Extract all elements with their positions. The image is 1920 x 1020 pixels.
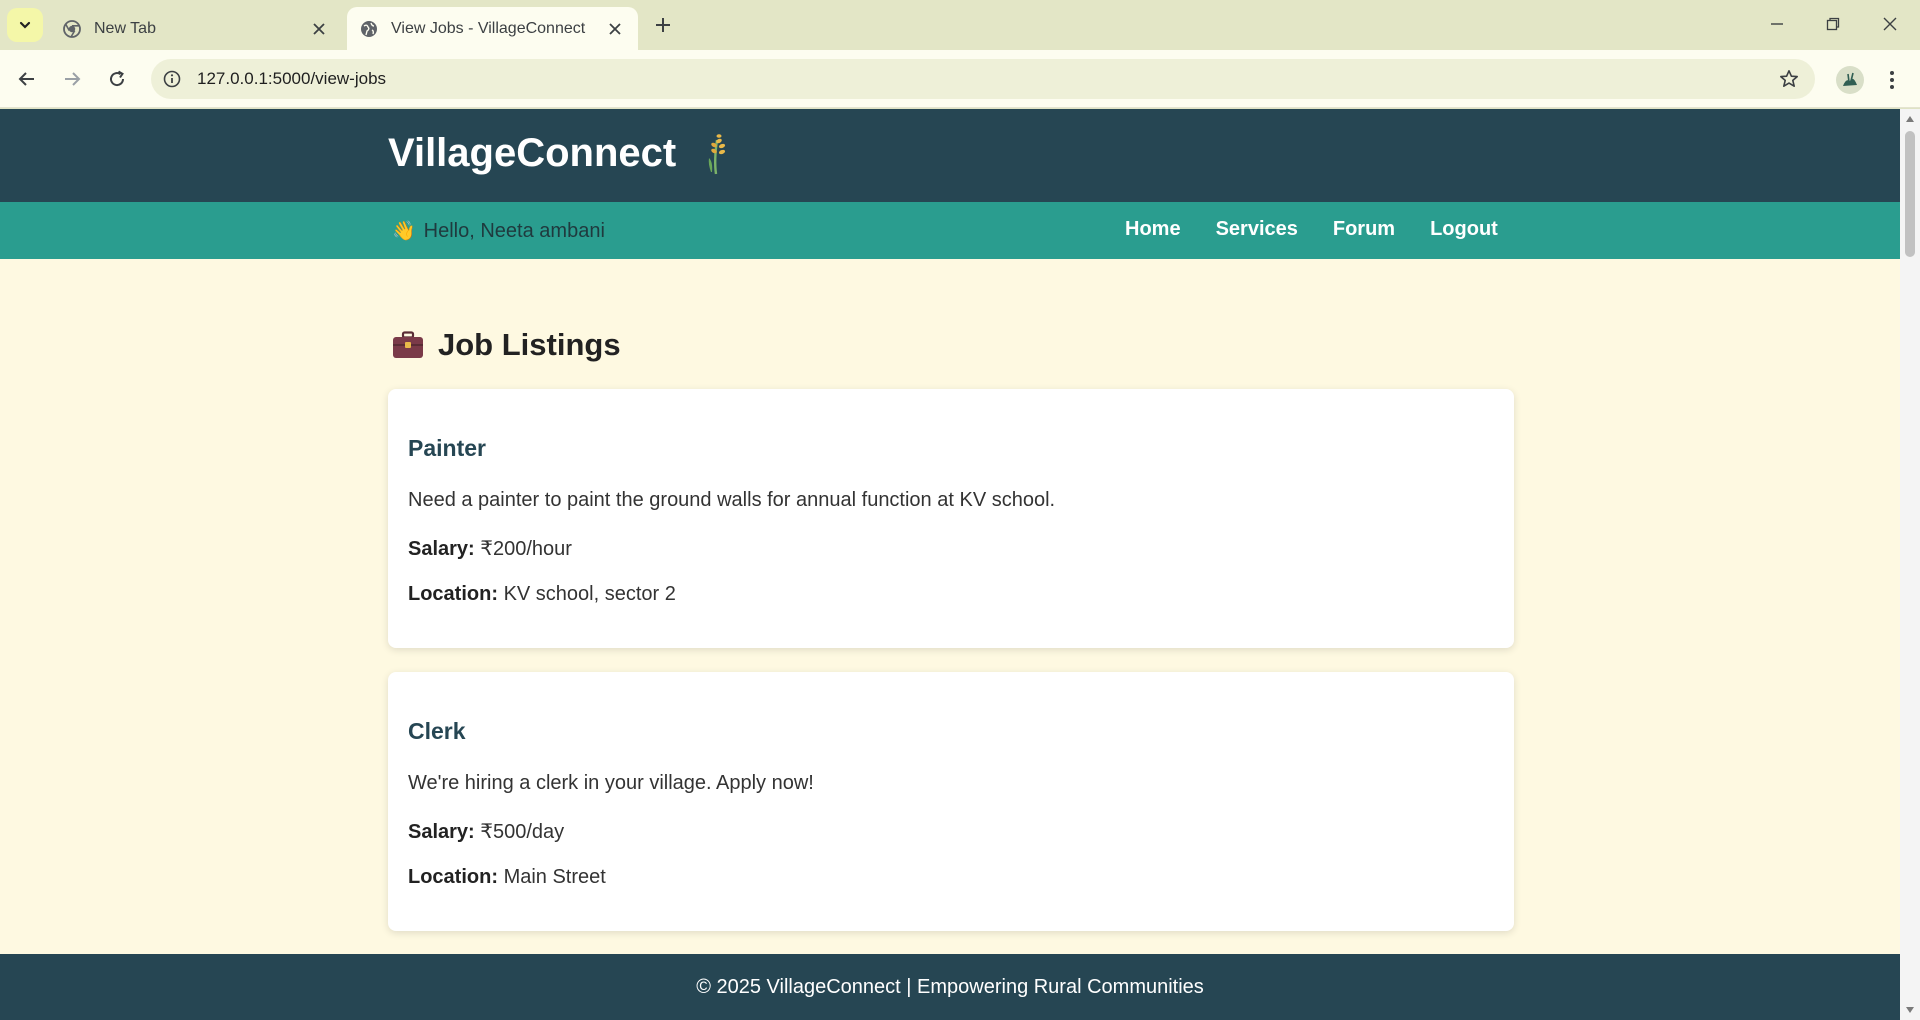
address-bar[interactable]: 127.0.0.1:5000/view-jobs: [151, 59, 1815, 99]
close-icon: [1883, 17, 1897, 31]
bookmark-star-icon[interactable]: [1777, 67, 1801, 91]
reload-button[interactable]: [101, 63, 133, 95]
job-description: We're hiring a clerk in your village. Ap…: [408, 772, 814, 794]
salary-label: Salary:: [408, 538, 475, 560]
nav-link-logout[interactable]: Logout: [1430, 218, 1498, 241]
close-tab-icon[interactable]: [306, 16, 332, 42]
nav-links: Home Services Forum Logout: [1125, 218, 1498, 241]
arrow-right-icon: [65, 72, 81, 86]
job-title: Painter: [408, 435, 486, 461]
tab-new-tab[interactable]: New Tab: [50, 7, 342, 50]
chevron-down-icon: [19, 21, 31, 29]
tab-view-jobs[interactable]: View Jobs - VillageConnect: [347, 7, 638, 50]
reload-icon: [110, 70, 125, 87]
page-title-text: Job Listings: [438, 327, 621, 362]
browser-menu-button[interactable]: [1880, 66, 1904, 94]
salary-label: Salary:: [408, 821, 475, 843]
forward-button[interactable]: [56, 63, 88, 95]
avatar-icon: [1843, 72, 1857, 86]
tab-title: New Tab: [94, 19, 156, 37]
job-card: Painter Need a painter to paint the grou…: [388, 389, 1514, 648]
location-value: KV school, sector 2: [503, 583, 676, 605]
job-title: Clerk: [408, 718, 466, 744]
job-salary: Salary: ₹200/hour: [408, 536, 572, 561]
location-value: Main Street: [503, 866, 606, 888]
restore-icon: [1826, 17, 1840, 31]
salary-value: ₹500/day: [480, 821, 565, 843]
site-footer: © 2025 VillageConnect | Empowering Rural…: [0, 954, 1900, 1020]
new-tab-button[interactable]: [650, 12, 676, 38]
location-label: Location:: [408, 866, 498, 888]
more-vert-icon: [1890, 71, 1894, 89]
user-greeting: 👋 Hello, Neeta ambani: [392, 219, 605, 243]
briefcase-icon: [393, 331, 423, 358]
plus-icon: [656, 18, 670, 32]
job-salary: Salary: ₹500/day: [408, 819, 564, 844]
close-window-button[interactable]: [1873, 10, 1907, 38]
nav-link-services[interactable]: Services: [1216, 218, 1298, 241]
footer-text: © 2025 VillageConnect | Empowering Rural…: [696, 975, 1204, 998]
site-info-icon[interactable]: [161, 68, 183, 90]
chrome-icon: [62, 19, 82, 39]
job-card: Clerk We're hiring a clerk in your villa…: [388, 672, 1514, 931]
salary-value: ₹200/hour: [480, 538, 572, 560]
back-button[interactable]: [11, 63, 43, 95]
page-title: Job Listings: [392, 327, 621, 363]
nav-link-home[interactable]: Home: [1125, 218, 1181, 241]
globe-icon: [359, 19, 379, 39]
scroll-up-arrow-icon[interactable]: [1904, 113, 1916, 125]
wheat-icon: [708, 133, 726, 174]
greeting-text: Hello, Neeta ambani: [423, 219, 605, 242]
restore-button[interactable]: [1816, 10, 1850, 38]
location-label: Location:: [408, 583, 498, 605]
tab-search-button[interactable]: [7, 8, 43, 42]
brand-name: VillageConnect: [388, 131, 677, 175]
scroll-thumb[interactable]: [1905, 131, 1915, 257]
site-logo[interactable]: VillageConnect: [388, 131, 732, 176]
scroll-down-arrow-icon[interactable]: [1904, 1004, 1916, 1016]
page-scrollbar[interactable]: [1900, 109, 1920, 1020]
job-location: Location: KV school, sector 2: [408, 583, 676, 606]
nav-link-forum[interactable]: Forum: [1333, 218, 1395, 241]
job-description: Need a painter to paint the ground walls…: [408, 489, 1056, 511]
site-header: VillageConnect: [0, 109, 1900, 202]
minimize-icon: [1771, 23, 1783, 25]
minimize-button[interactable]: [1760, 10, 1794, 38]
profile-avatar[interactable]: [1836, 66, 1864, 94]
close-tab-icon[interactable]: [602, 16, 628, 42]
url-text[interactable]: 127.0.0.1:5000/view-jobs: [197, 69, 386, 89]
job-location: Location: Main Street: [408, 866, 606, 889]
site-nav-bar: 👋 Hello, Neeta ambani Home Services Foru…: [0, 202, 1900, 259]
tab-title: View Jobs - VillageConnect: [391, 19, 586, 37]
browser-tab-bar: New Tab View Jobs - VillageConnect: [0, 0, 1920, 50]
arrow-left-icon: [18, 72, 34, 86]
browser-toolbar: 127.0.0.1:5000/view-jobs: [0, 50, 1920, 108]
waving-hand-icon: 👋: [392, 221, 416, 242]
page-viewport: VillageConnect 👋 Hello, Neeta ambani Hom…: [0, 109, 1900, 1020]
